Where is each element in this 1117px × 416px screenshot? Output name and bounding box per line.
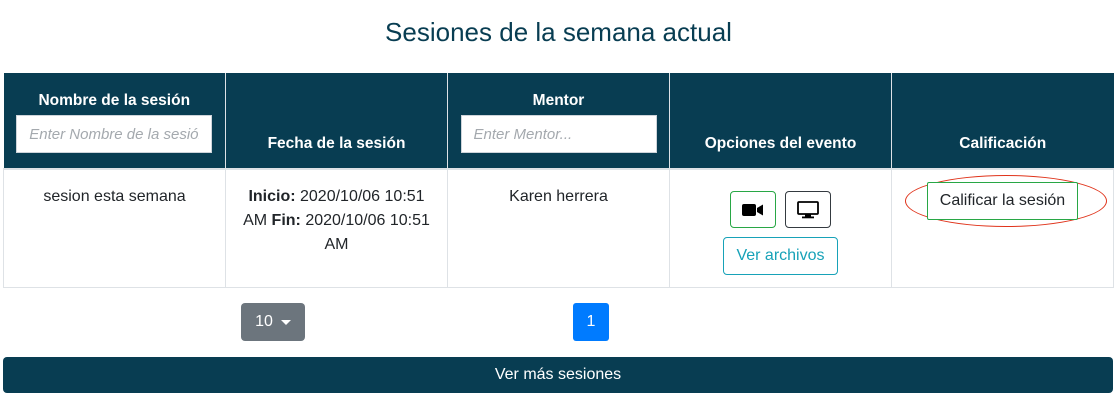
column-header-rating: Calificación — [891, 73, 1114, 169]
column-label-rating: Calificación — [959, 135, 1047, 152]
rate-button-wrapper: Calificar la sesión — [904, 175, 1107, 227]
page-number-button[interactable]: 1 — [573, 303, 609, 341]
mentor-filter-input[interactable] — [460, 115, 657, 153]
mentor-name: Karen herrera — [509, 188, 608, 205]
view-files-button[interactable]: Ver archivos — [723, 237, 838, 275]
view-more-sessions-label: Ver más sesiones — [494, 366, 622, 383]
session-name: sesion esta semana — [43, 188, 186, 205]
session-name-cell: sesion esta semana — [3, 168, 226, 288]
page-title: Sesiones de la semana actual — [385, 17, 732, 47]
column-label-session-name: Nombre de la sesión — [38, 92, 191, 109]
rating-cell: Calificar la sesión — [891, 168, 1114, 288]
end-label: Fin: — [271, 212, 301, 229]
page-size-value: 10 — [255, 313, 273, 330]
column-label-mentor: Mentor — [532, 92, 585, 109]
table-header-row: Nombre de la sesión Fecha de la sesión M… — [3, 73, 1114, 169]
column-header-session-name: Nombre de la sesión — [3, 73, 226, 169]
column-header-mentor: Mentor — [447, 73, 670, 169]
column-label-session-date: Fecha de la sesión — [267, 135, 406, 152]
session-date-cell: Inicio: 2020/10/06 10:51 AM Fin: 2020/10… — [225, 168, 448, 288]
sessions-table: Nombre de la sesión Fecha de la sesión M… — [3, 73, 1114, 288]
view-more-sessions-button[interactable]: Ver más sesiones — [3, 357, 1113, 393]
video-call-button[interactable] — [730, 191, 776, 228]
event-option-buttons — [682, 191, 879, 228]
column-header-session-date: Fecha de la sesión — [225, 73, 448, 169]
start-label: Inicio: — [248, 188, 296, 205]
monitor-icon — [797, 200, 819, 218]
screen-share-button[interactable] — [785, 191, 831, 228]
caret-down-icon — [280, 319, 291, 325]
mentor-cell: Karen herrera — [447, 168, 670, 288]
column-label-event-options: Opciones del evento — [704, 135, 857, 152]
column-header-event-options: Opciones del evento — [669, 73, 892, 169]
page-number-label: 1 — [586, 313, 596, 330]
session-name-filter-input[interactable] — [16, 115, 213, 153]
page-size-dropdown[interactable]: 10 — [241, 303, 305, 341]
rate-session-button[interactable]: Calificar la sesión — [926, 182, 1079, 220]
table-row: sesion esta semana Inicio: 2020/10/06 10… — [3, 168, 1114, 288]
end-value: 2020/10/06 10:51 AM — [305, 212, 430, 253]
event-options-cell: Ver archivos — [669, 168, 892, 288]
video-camera-icon — [742, 203, 763, 216]
